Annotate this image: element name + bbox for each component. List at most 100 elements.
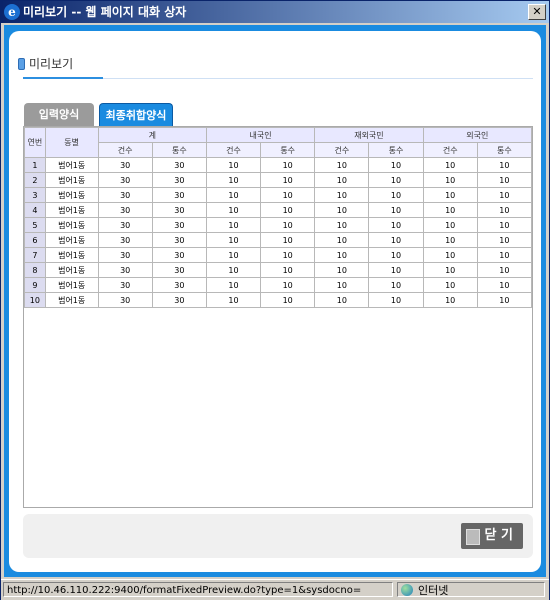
row-value: 10 — [368, 292, 424, 308]
footer-bar: 닫 기 — [23, 514, 533, 558]
row-value: 10 — [260, 157, 316, 173]
row-value: 10 — [205, 262, 262, 278]
row-value: 10 — [314, 157, 370, 173]
heading-underline — [23, 77, 103, 79]
row-dong: 범어1동 — [44, 187, 99, 203]
table-row: 10 범어1동 30 30 10 10 10 10 10 10 — [24, 292, 532, 308]
row-value: 10 — [314, 202, 370, 218]
header-dong: 동별 — [44, 127, 99, 158]
row-dong: 범어1동 — [44, 157, 99, 173]
row-value: 30 — [97, 202, 153, 218]
row-value: 10 — [205, 157, 262, 173]
preview-grid: 연번 동별 계 내국인 재외국민 외국인 건수 통수 건수 통수 건수 통수 건… — [23, 126, 533, 508]
row-value: 30 — [97, 157, 153, 173]
row-dong: 범어1동 — [44, 232, 99, 248]
row-number: 6 — [24, 232, 46, 248]
row-value: 10 — [260, 292, 316, 308]
subheader-copies: 통수 — [260, 142, 316, 158]
row-value: 10 — [260, 262, 316, 278]
row-value: 30 — [97, 262, 153, 278]
close-button-label: 닫 기 — [484, 528, 513, 543]
row-value: 30 — [151, 232, 207, 248]
table-row: 8 범어1동 30 30 10 10 10 10 10 10 — [24, 262, 532, 278]
row-value: 10 — [368, 277, 424, 293]
row-value: 30 — [97, 247, 153, 263]
subheader-copies: 통수 — [368, 142, 424, 158]
row-value: 10 — [422, 157, 478, 173]
row-number: 7 — [24, 247, 46, 263]
content-panel: 미리보기 입력양식 최종취합양식 연번 동별 계 내국인 재외국민 외국인 건수… — [9, 31, 541, 572]
header-group-total: 계 — [97, 127, 207, 143]
row-value: 10 — [314, 262, 370, 278]
close-button-icon — [466, 529, 480, 545]
row-value: 10 — [422, 202, 478, 218]
row-value: 10 — [476, 217, 532, 233]
close-icon[interactable]: ✕ — [528, 4, 546, 20]
row-value: 10 — [368, 232, 424, 248]
row-value: 10 — [368, 157, 424, 173]
row-value: 10 — [476, 172, 532, 188]
row-value: 10 — [260, 202, 316, 218]
row-dong: 범어1동 — [44, 292, 99, 308]
row-number: 2 — [24, 172, 46, 188]
table-row: 9 범어1동 30 30 10 10 10 10 10 10 — [24, 277, 532, 293]
row-value: 10 — [476, 262, 532, 278]
status-url: http://10.46.110.222:9400/formatFixedPre… — [3, 582, 393, 597]
row-value: 10 — [260, 247, 316, 263]
globe-icon — [401, 584, 413, 596]
title-bar[interactable]: e 미리보기 -- 웹 페이지 대화 상자 ✕ — [1, 1, 549, 23]
subheader-count: 건수 — [314, 142, 370, 158]
row-value: 30 — [97, 187, 153, 203]
header-group-foreign: 외국인 — [422, 127, 532, 143]
row-number: 3 — [24, 187, 46, 203]
row-number: 4 — [24, 202, 46, 218]
row-value: 10 — [422, 232, 478, 248]
row-dong: 범어1동 — [44, 217, 99, 233]
zone-label: 인터넷 — [418, 584, 449, 597]
row-value: 10 — [205, 232, 262, 248]
row-value: 10 — [476, 157, 532, 173]
dialog-window: e 미리보기 -- 웹 페이지 대화 상자 ✕ 미리보기 입력양식 최종취합양식 — [0, 0, 550, 600]
row-value: 10 — [314, 187, 370, 203]
row-value: 10 — [314, 172, 370, 188]
row-value: 10 — [476, 187, 532, 203]
row-number: 9 — [24, 277, 46, 293]
row-value: 10 — [422, 217, 478, 233]
tab-input-form[interactable]: 입력양식 — [24, 103, 94, 127]
row-value: 10 — [260, 187, 316, 203]
status-bar: http://10.46.110.222:9400/formatFixedPre… — [1, 579, 549, 600]
row-value: 10 — [260, 172, 316, 188]
table-row: 1 범어1동 30 30 10 10 10 10 10 10 — [24, 157, 532, 173]
subheader-count: 건수 — [205, 142, 262, 158]
row-value: 30 — [151, 277, 207, 293]
row-value: 10 — [422, 187, 478, 203]
header-group-domestic: 내국인 — [205, 127, 316, 143]
dialog-body: 미리보기 입력양식 최종취합양식 연번 동별 계 내국인 재외국민 외국인 건수… — [4, 25, 546, 577]
row-value: 10 — [476, 292, 532, 308]
row-value: 10 — [314, 292, 370, 308]
subheader-copies: 통수 — [151, 142, 207, 158]
row-value: 30 — [97, 217, 153, 233]
table-row: 2 범어1동 30 30 10 10 10 10 10 10 — [24, 172, 532, 188]
subheader-copies: 통수 — [476, 142, 532, 158]
tab-final-form[interactable]: 최종취합양식 — [99, 103, 173, 128]
row-dong: 범어1동 — [44, 172, 99, 188]
bullet-icon — [18, 58, 25, 70]
row-value: 30 — [151, 187, 207, 203]
row-value: 10 — [422, 247, 478, 263]
row-value: 10 — [205, 247, 262, 263]
row-value: 10 — [422, 277, 478, 293]
row-value: 10 — [260, 217, 316, 233]
row-value: 10 — [476, 247, 532, 263]
close-button[interactable]: 닫 기 — [461, 523, 523, 549]
row-number: 5 — [24, 217, 46, 233]
row-value: 10 — [368, 247, 424, 263]
row-value: 30 — [151, 247, 207, 263]
row-number: 1 — [24, 157, 46, 173]
row-value: 10 — [368, 202, 424, 218]
row-value: 30 — [151, 262, 207, 278]
row-value: 10 — [368, 187, 424, 203]
row-value: 10 — [205, 217, 262, 233]
row-value: 10 — [314, 232, 370, 248]
row-value: 30 — [151, 292, 207, 308]
